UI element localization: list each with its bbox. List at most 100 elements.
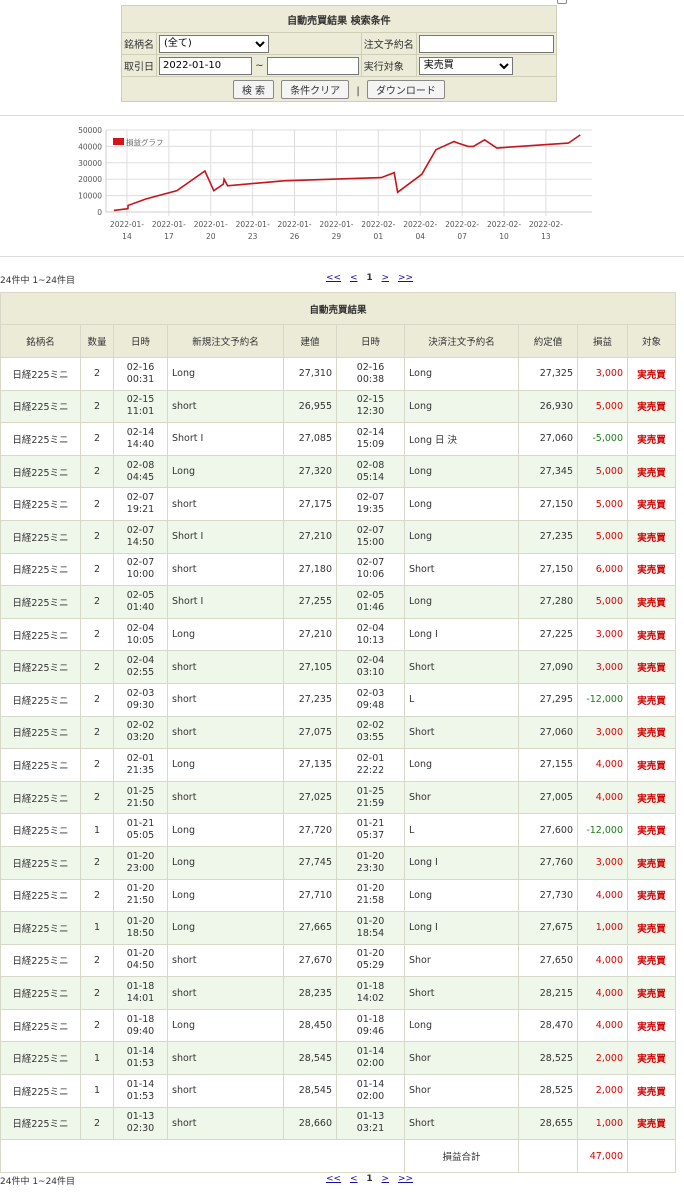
close-time: 23:30: [356, 862, 385, 874]
target-cell: 実売買: [626, 389, 677, 424]
quantity-cell: 2: [80, 976, 114, 1010]
table-row: 日経225ミニ 2 02-02 03:20 short 27,075 02-02 03:55 S…: [0, 715, 677, 750]
download-button[interactable]: ダウンロード: [366, 79, 445, 99]
open-time: 01:53: [126, 1058, 155, 1070]
column-header: 対象: [626, 324, 677, 358]
total-row: 損益合計 47,000: [0, 1139, 677, 1173]
close-time: 02:00: [356, 1090, 385, 1102]
date-range-tilde: ~: [255, 60, 264, 71]
clear-conditions-button[interactable]: 条件クリア: [281, 79, 350, 99]
close-date: 01-20: [356, 948, 385, 960]
page-last-link[interactable]: >>: [398, 273, 413, 283]
open-datetime-cell: 02-07 14:50: [113, 519, 168, 554]
close-date: 02-14: [356, 426, 385, 438]
page-prev-link[interactable]: <: [350, 1174, 358, 1184]
search-panel-title: 自動売買結果 検索条件: [121, 5, 557, 33]
target-cell: 実売買: [626, 487, 677, 521]
open-date: 01-20: [126, 915, 155, 927]
target-cell: 実売買: [626, 552, 677, 587]
close-datetime-cell: 02-08 05:14: [336, 454, 405, 489]
table-row: 日経225ミニ 2 01-13 02:30 short 28,660 01-13 03:21 S…: [0, 1106, 677, 1141]
exec-target-select[interactable]: 実売買: [418, 56, 513, 75]
close-datetime-cell: 01-20 21:58: [336, 878, 405, 913]
open-time: 02:55: [126, 667, 155, 679]
open-price-cell: 27,255: [283, 585, 337, 619]
page-next-link[interactable]: >: [382, 1174, 390, 1184]
close-time: 02:00: [356, 1058, 385, 1070]
open-date: 02-01: [126, 752, 155, 764]
close-time: 10:06: [356, 569, 385, 581]
x-tick-label: 2022-01-: [278, 220, 312, 229]
trade-date-label: 取引日: [121, 54, 157, 77]
open-price-cell: 27,320: [283, 454, 337, 489]
open-datetime-cell: 01-20 21:50: [113, 878, 168, 913]
exec-target-label: 実行対象: [360, 54, 417, 77]
page-first-link[interactable]: <<: [326, 273, 341, 283]
pagination-top: << < 1 > >>: [326, 273, 419, 283]
close-time: 15:00: [356, 536, 385, 548]
search-button[interactable]: 検 索: [232, 79, 274, 99]
close-time: 09:48: [356, 699, 385, 711]
x-tick-label: 10: [499, 232, 509, 241]
result-count-bottom: 24件中 1~24件目: [0, 1177, 76, 1187]
total-row-spacer: [518, 1139, 578, 1173]
open-price-cell: 27,135: [283, 748, 337, 782]
quantity-cell: 2: [80, 585, 114, 619]
x-tick-label: 2022-02-: [361, 220, 395, 229]
close-time: 03:55: [356, 732, 385, 744]
open-date: 02-04: [126, 622, 155, 634]
total-label: 損益合計: [404, 1139, 519, 1173]
close-date: 01-14: [356, 1078, 385, 1090]
close-price-cell: 27,730: [518, 878, 578, 913]
page-next-link[interactable]: >: [382, 273, 390, 283]
open-datetime-cell: 02-05 01:40: [113, 585, 168, 619]
open-datetime-cell: 01-21 05:05: [113, 813, 168, 847]
symbol-select[interactable]: (全て): [159, 34, 269, 53]
table-row: 日経225ミニ 2 02-07 19:21 short 27,175 02-07 19:35 L…: [0, 487, 677, 521]
close-date: 01-18: [356, 981, 385, 993]
date-from-input[interactable]: [159, 56, 252, 75]
open-order-name-cell: Long: [167, 1008, 284, 1043]
date-to-input[interactable]: [266, 56, 359, 75]
close-time: 10:13: [356, 634, 385, 646]
close-order-name-cell: Long I: [404, 911, 519, 945]
close-date: 02-07: [356, 524, 385, 536]
page-first-link[interactable]: <<: [326, 1174, 341, 1184]
pnl-cell: 6,000: [577, 552, 628, 587]
close-datetime-cell: 01-25 21:59: [336, 780, 405, 815]
order-name-input[interactable]: [418, 34, 554, 53]
open-time: 09:40: [126, 1025, 155, 1037]
x-tick-label: 2022-01-: [236, 220, 270, 229]
results-table: 自動売買結果 銘柄名 数量 日時 新規注文予約名 建値 日時 決済注文予約名 約定値 損益 対象 …: [0, 292, 677, 1173]
close-datetime-cell: 02-07 15:00: [336, 519, 405, 554]
x-tick-label: 2022-02-: [529, 220, 563, 229]
close-price-cell: 27,235: [518, 519, 578, 554]
display-checkbox[interactable]: [557, 0, 567, 4]
table-row: 日経225ミニ 1 01-21 05:05 Long 27,720 01-21 05:37 L 2…: [0, 813, 677, 847]
open-datetime-cell: 02-02 03:20: [113, 715, 168, 750]
symbol-cell: 日経225ミニ: [0, 1008, 81, 1043]
quantity-cell: 2: [80, 1106, 114, 1141]
page-prev-link[interactable]: <: [350, 273, 358, 283]
close-date: 02-08: [356, 459, 385, 471]
close-order-name-cell: Long: [404, 878, 519, 913]
page-last-link[interactable]: >>: [398, 1174, 413, 1184]
close-datetime-cell: 02-07 10:06: [336, 552, 405, 587]
column-header: 銘柄名: [0, 324, 81, 358]
close-order-name-cell: Long: [404, 1008, 519, 1043]
total-value: 47,000: [577, 1139, 628, 1173]
open-order-name-cell: Long: [167, 357, 284, 391]
close-order-name-cell: Short: [404, 1106, 519, 1141]
close-price-cell: 27,090: [518, 650, 578, 684]
close-time: 21:59: [356, 797, 385, 809]
target-cell: 実売買: [626, 357, 677, 391]
table-row: 日経225ミニ 2 01-18 09:40 Long 28,450 01-18 09:46 Lo…: [0, 1008, 677, 1043]
close-date: 01-20: [356, 915, 385, 927]
y-tick-label: 10000: [78, 192, 102, 201]
open-datetime-cell: 02-14 14:40: [113, 422, 168, 456]
close-datetime-cell: 02-14 15:09: [336, 422, 405, 456]
divider: [0, 115, 684, 116]
pnl-chart: 0 10000 20000 30000 40000 50000 2022-01- 14 2022…: [78, 126, 592, 241]
close-datetime-cell: 01-13 03:21: [336, 1106, 405, 1141]
target-cell: 実売買: [626, 650, 677, 684]
